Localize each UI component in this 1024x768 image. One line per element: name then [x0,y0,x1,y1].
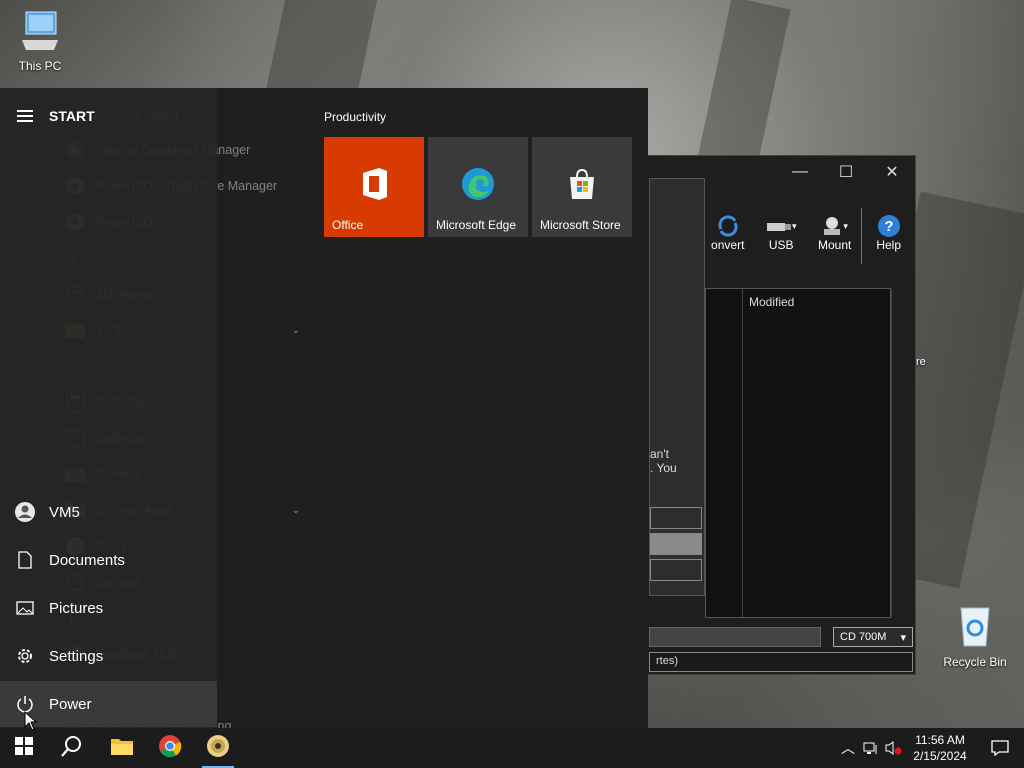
chevron-down-icon: ▾ [900,631,906,644]
partial-desktop-text: re [916,356,926,368]
system-tray: ︿ 11:56 AM 2/15/2024 [836,728,1024,768]
desktop-icon-label: Recycle Bin [943,655,1007,669]
rail-settings[interactable]: Settings [0,633,217,679]
mount-button[interactable]: ▾ Mount [808,208,861,264]
chrome-icon [158,734,182,763]
gear-icon [0,647,49,665]
document-icon [0,551,49,569]
chevron-up-icon[interactable]: ︿ [836,738,860,758]
mount-icon: ▾ [808,214,861,238]
volume-muted-icon[interactable] [882,740,904,756]
partial-text: an't [650,447,669,461]
desktop-icon-this-pc[interactable]: This PC [2,10,78,73]
tile-microsoft-store[interactable]: Microsoft Store [532,137,632,237]
chevron-down-icon[interactable]: ⌄ [292,505,300,516]
edge-icon [428,167,528,201]
file-explorer-button[interactable] [98,728,146,768]
search-button[interactable] [48,728,96,768]
poweriso-taskbar-button[interactable] [194,728,242,768]
start-menu: START VM5 Documents Pictures Settings Po… [0,88,648,735]
desktop-icon-recycle-bin[interactable]: Recycle Bin [937,604,1013,669]
computer-icon [2,10,78,55]
rail-pictures[interactable]: Pictures [0,585,217,631]
taskbar: ︿ 11:56 AM 2/15/2024 [0,728,1024,768]
desktop-icon-label: This PC [18,59,62,73]
file-list[interactable]: Modified [705,288,892,618]
maximize-button[interactable]: ☐ [823,162,869,182]
poweriso-window[interactable]: — ☐ ✕ onvert ▾ USB ▾ Mount ? Help Modifi… [640,155,916,675]
convert-icon [701,214,754,238]
recycle-bin-icon [937,604,1013,651]
user-avatar-icon [0,501,49,523]
tile-microsoft-edge[interactable]: Microsoft Edge [428,137,528,237]
toolbar: onvert ▾ USB ▾ Mount ? Help [701,208,915,264]
clock-date: 2/15/2024 [913,749,967,763]
status-bar: CD 700M ▾ [649,626,913,648]
start-header[interactable]: START [0,93,217,139]
help-icon: ? [862,214,915,238]
notifications-icon[interactable] [976,740,1024,756]
usb-icon: ▾ [754,214,807,238]
hamburger-icon[interactable] [0,110,49,122]
column-header-modified[interactable]: Modified [742,289,892,617]
folder-icon [110,736,134,761]
chrome-button[interactable] [146,728,194,768]
store-icon [532,167,632,201]
start-rail: START VM5 Documents Pictures Settings Po… [0,88,217,728]
convert-button[interactable]: onvert [701,208,754,264]
capacity-bar [649,627,821,647]
minimize-button[interactable]: — [777,163,823,181]
rail-documents[interactable]: Documents [0,537,217,583]
search-icon [61,735,83,762]
svg-text:?: ? [884,218,893,235]
clock[interactable]: 11:56 AM 2/15/2024 [904,732,976,764]
close-button[interactable]: ✕ [869,162,915,182]
disc-icon [206,734,230,763]
clock-time: 11:56 AM [915,733,965,747]
inner-dialog: an't . You [649,178,705,596]
rail-user[interactable]: VM5 [0,489,217,535]
help-button[interactable]: ? Help [861,208,915,264]
usb-button[interactable]: ▾ USB [754,208,807,264]
office-icon [324,167,424,201]
status-text: rtes) [649,652,913,672]
network-icon[interactable] [860,741,882,755]
partial-text: . You [650,461,677,475]
mouse-cursor-icon [24,710,38,736]
windows-logo-icon [15,736,33,760]
tile-office[interactable]: Office [324,137,424,237]
pictures-icon [0,601,49,615]
tiles-group-title: Productivity [324,110,387,124]
media-size-select[interactable]: CD 700M ▾ [833,627,913,647]
chevron-down-icon[interactable]: ⌄ [292,325,300,336]
start-title: START [49,108,95,124]
